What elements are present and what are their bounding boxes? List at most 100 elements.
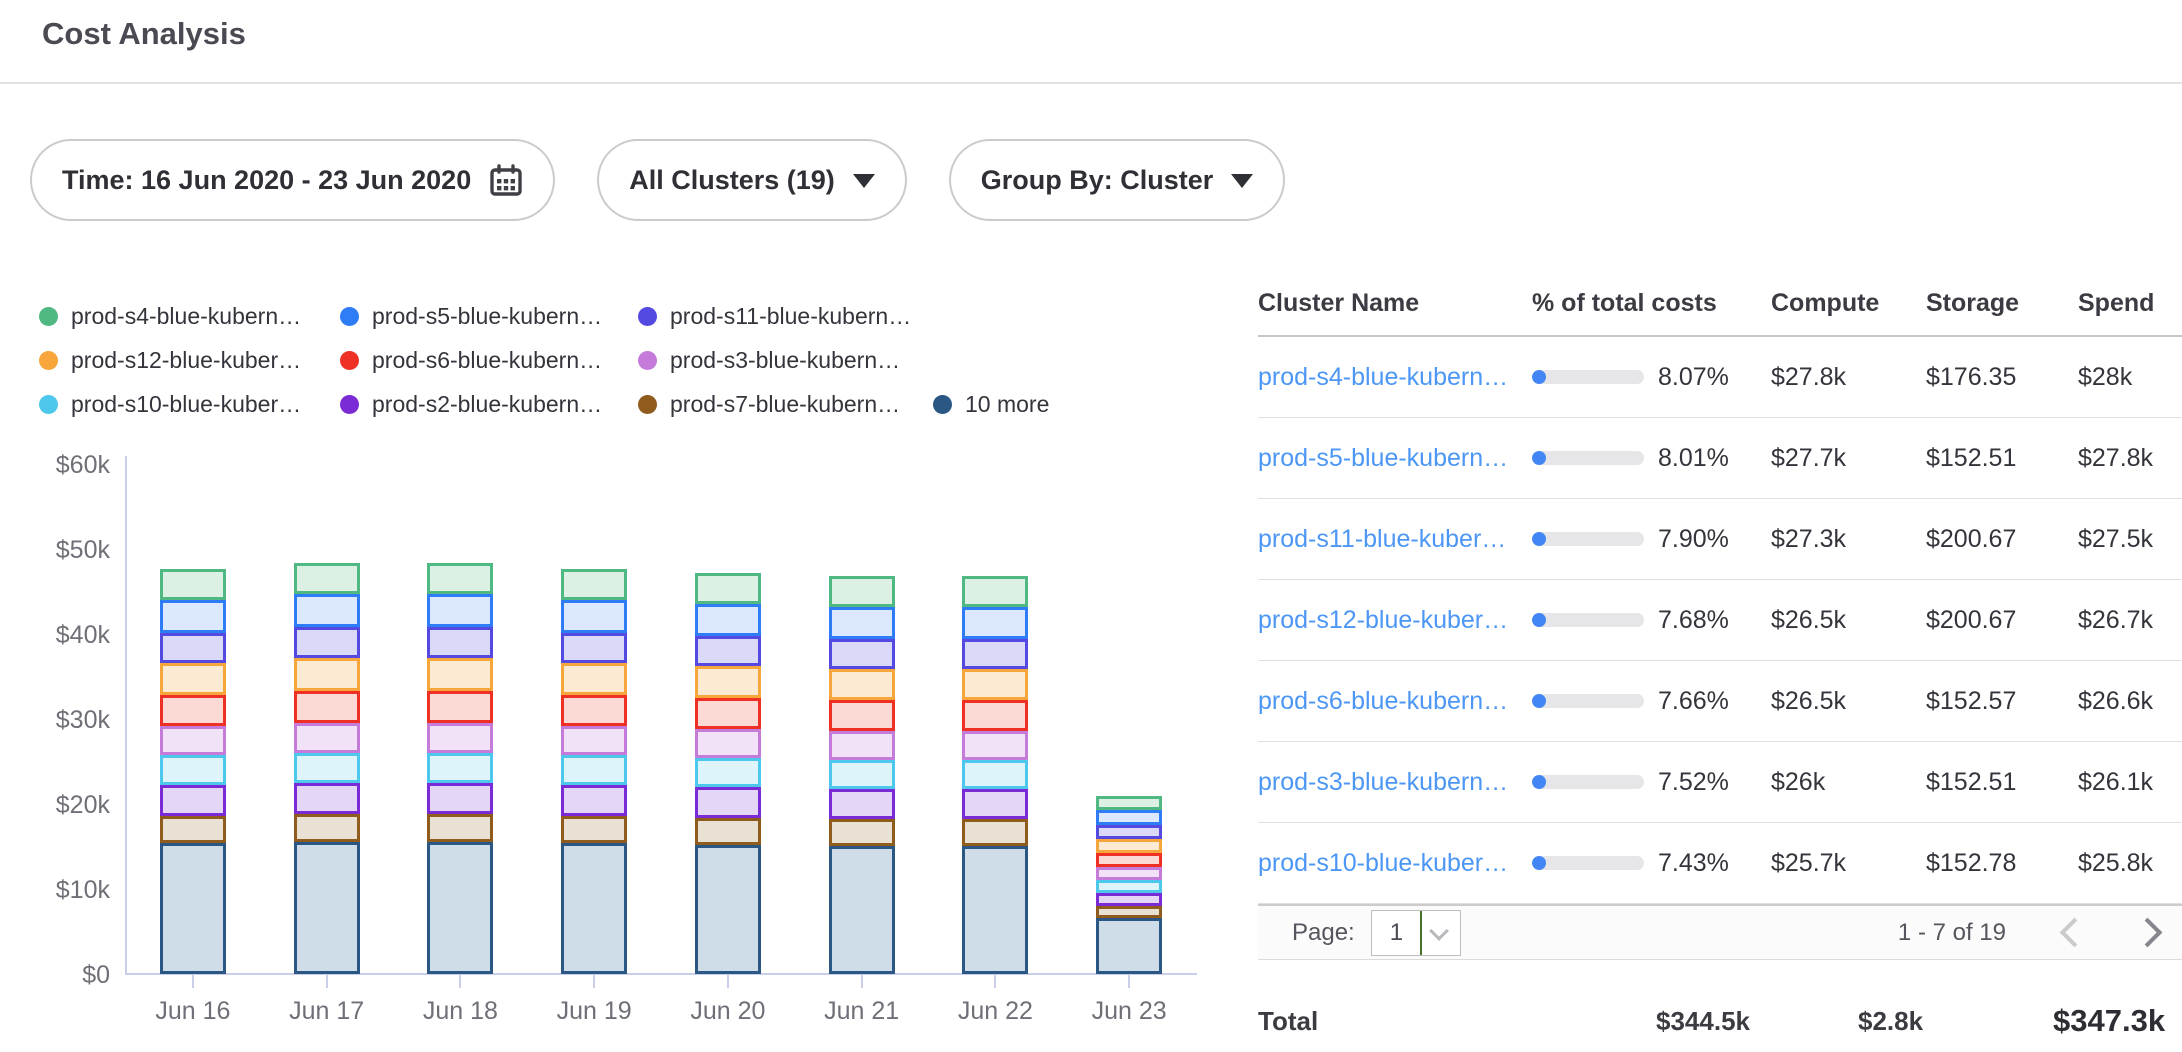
cluster-link[interactable]: prod-s10-blue-kuber…	[1258, 849, 1532, 878]
bar-segment-prod-s5-blue-kubern[interactable]	[695, 604, 761, 636]
bar-segment-prod-s4-blue-kubern[interactable]	[829, 576, 895, 607]
bar-segment-10-more[interactable]	[829, 846, 895, 974]
bar-segment-prod-s5-blue-kubern[interactable]	[1096, 810, 1162, 825]
bar-segment-prod-s6-blue-kubern[interactable]	[561, 695, 627, 726]
bar-segment-prod-s10-blue-kuber[interactable]	[561, 755, 627, 785]
bar-segment-prod-s12-blue-kuber[interactable]	[962, 669, 1028, 700]
bar-segment-prod-s3-blue-kubern[interactable]	[160, 726, 226, 755]
bar-segment-prod-s5-blue-kubern[interactable]	[427, 594, 493, 627]
clusters-filter[interactable]: All Clusters (19)	[597, 139, 907, 221]
bar-segment-prod-s12-blue-kuber[interactable]	[160, 663, 226, 695]
cluster-link[interactable]: prod-s12-blue-kuber…	[1258, 606, 1532, 635]
bar-segment-prod-s2-blue-kubern[interactable]	[294, 783, 360, 814]
bar-segment-prod-s7-blue-kubern[interactable]	[160, 816, 226, 843]
bar-segment-prod-s6-blue-kubern[interactable]	[427, 691, 493, 723]
bar-segment-prod-s12-blue-kuber[interactable]	[561, 663, 627, 695]
bar-segment-prod-s11-blue-kubern[interactable]	[160, 633, 226, 663]
bar-segment-prod-s3-blue-kubern[interactable]	[695, 729, 761, 758]
bar-segment-prod-s5-blue-kubern[interactable]	[962, 607, 1028, 639]
bar-segment-prod-s6-blue-kubern[interactable]	[160, 695, 226, 726]
bar-segment-10-more[interactable]	[294, 842, 360, 974]
legend-item-prod-s11-blue-kubern[interactable]: prod-s11-blue-kubern…	[638, 303, 933, 330]
cluster-link[interactable]: prod-s3-blue-kubern…	[1258, 768, 1532, 797]
legend-item-prod-s10-blue-kuber[interactable]: prod-s10-blue-kuber…	[39, 391, 340, 418]
bar-segment-prod-s3-blue-kubern[interactable]	[294, 723, 360, 753]
bar-segment-prod-s3-blue-kubern[interactable]	[1096, 867, 1162, 880]
bar-segment-prod-s12-blue-kuber[interactable]	[1096, 839, 1162, 853]
bar-segment-prod-s2-blue-kubern[interactable]	[962, 789, 1028, 819]
bar-segment-prod-s6-blue-kubern[interactable]	[294, 691, 360, 723]
bar-segment-prod-s4-blue-kubern[interactable]	[160, 569, 226, 600]
legend-item-prod-s3-blue-kubern[interactable]: prod-s3-blue-kubern…	[638, 347, 933, 374]
bar-segment-prod-s5-blue-kubern[interactable]	[829, 607, 895, 639]
cluster-link[interactable]: prod-s5-blue-kubern…	[1258, 444, 1532, 473]
bar-segment-10-more[interactable]	[561, 843, 627, 974]
bar-segment-prod-s11-blue-kubern[interactable]	[829, 639, 895, 669]
bar-segment-prod-s6-blue-kubern[interactable]	[1096, 853, 1162, 867]
bar-segment-prod-s4-blue-kubern[interactable]	[294, 563, 360, 594]
bar-segment-prod-s11-blue-kubern[interactable]	[1096, 825, 1162, 839]
group-by-filter[interactable]: Group By: Cluster	[949, 139, 1286, 221]
legend-item-10-more[interactable]: 10 more	[933, 391, 1209, 418]
bar-segment-10-more[interactable]	[1096, 918, 1162, 974]
bar-segment-prod-s6-blue-kubern[interactable]	[695, 698, 761, 729]
legend-item-prod-s2-blue-kubern[interactable]: prod-s2-blue-kubern…	[340, 391, 638, 418]
bar-segment-prod-s11-blue-kubern[interactable]	[962, 639, 1028, 669]
bar-segment-prod-s12-blue-kuber[interactable]	[829, 669, 895, 700]
bar-segment-prod-s6-blue-kubern[interactable]	[962, 700, 1028, 731]
bar-segment-prod-s7-blue-kubern[interactable]	[1096, 906, 1162, 918]
bar-segment-prod-s4-blue-kubern[interactable]	[695, 573, 761, 604]
bar-segment-prod-s5-blue-kubern[interactable]	[160, 600, 226, 633]
cluster-link[interactable]: prod-s11-blue-kuber…	[1258, 525, 1532, 554]
bar-segment-prod-s11-blue-kubern[interactable]	[695, 636, 761, 666]
legend-item-prod-s12-blue-kuber[interactable]: prod-s12-blue-kuber…	[39, 347, 340, 374]
bar-segment-prod-s10-blue-kuber[interactable]	[160, 755, 226, 785]
page-select[interactable]: 1	[1371, 910, 1461, 956]
bar-segment-prod-s2-blue-kubern[interactable]	[695, 787, 761, 818]
bar-segment-prod-s12-blue-kuber[interactable]	[695, 666, 761, 698]
legend-item-prod-s4-blue-kubern[interactable]: prod-s4-blue-kubern…	[39, 303, 340, 330]
bar-segment-prod-s5-blue-kubern[interactable]	[294, 594, 360, 627]
bar-segment-prod-s12-blue-kuber[interactable]	[427, 658, 493, 691]
bar-segment-prod-s2-blue-kubern[interactable]	[561, 785, 627, 816]
bar-segment-prod-s7-blue-kubern[interactable]	[294, 814, 360, 842]
next-page-button[interactable]	[2133, 918, 2163, 948]
bar-segment-prod-s7-blue-kubern[interactable]	[962, 819, 1028, 846]
bar-segment-prod-s6-blue-kubern[interactable]	[829, 700, 895, 731]
time-range-filter[interactable]: Time: 16 Jun 2020 - 23 Jun 2020	[30, 139, 555, 221]
bar-segment-prod-s4-blue-kubern[interactable]	[561, 569, 627, 600]
bar-segment-prod-s11-blue-kubern[interactable]	[561, 633, 627, 663]
bar-segment-prod-s2-blue-kubern[interactable]	[829, 789, 895, 819]
bar-segment-10-more[interactable]	[962, 846, 1028, 974]
bar-segment-prod-s3-blue-kubern[interactable]	[427, 723, 493, 753]
bar-segment-prod-s3-blue-kubern[interactable]	[561, 726, 627, 755]
bar-segment-prod-s10-blue-kuber[interactable]	[695, 758, 761, 787]
prev-page-button[interactable]	[2060, 918, 2090, 948]
bar-segment-prod-s10-blue-kuber[interactable]	[427, 753, 493, 783]
bar-segment-prod-s11-blue-kubern[interactable]	[294, 627, 360, 658]
bar-segment-prod-s7-blue-kubern[interactable]	[427, 814, 493, 842]
bar-segment-prod-s3-blue-kubern[interactable]	[962, 731, 1028, 760]
bar-segment-prod-s10-blue-kuber[interactable]	[294, 753, 360, 783]
cluster-link[interactable]: prod-s6-blue-kubern…	[1258, 687, 1532, 716]
legend-item-prod-s7-blue-kubern[interactable]: prod-s7-blue-kubern…	[638, 391, 933, 418]
bar-segment-prod-s10-blue-kuber[interactable]	[962, 760, 1028, 789]
bar-segment-prod-s7-blue-kubern[interactable]	[829, 819, 895, 846]
legend-item-prod-s5-blue-kubern[interactable]: prod-s5-blue-kubern…	[340, 303, 638, 330]
bar-segment-prod-s2-blue-kubern[interactable]	[427, 783, 493, 814]
bar-segment-prod-s12-blue-kuber[interactable]	[294, 658, 360, 691]
bar-segment-prod-s3-blue-kubern[interactable]	[829, 731, 895, 760]
legend-item-prod-s6-blue-kubern[interactable]: prod-s6-blue-kubern…	[340, 347, 638, 374]
bar-segment-prod-s4-blue-kubern[interactable]	[962, 576, 1028, 607]
bar-segment-10-more[interactable]	[160, 843, 226, 974]
bar-segment-prod-s2-blue-kubern[interactable]	[1096, 893, 1162, 906]
bar-segment-prod-s5-blue-kubern[interactable]	[561, 600, 627, 633]
cluster-link[interactable]: prod-s4-blue-kubern…	[1258, 363, 1532, 392]
bar-segment-prod-s4-blue-kubern[interactable]	[427, 563, 493, 594]
bar-segment-prod-s2-blue-kubern[interactable]	[160, 785, 226, 816]
bar-segment-prod-s11-blue-kubern[interactable]	[427, 627, 493, 658]
bar-segment-prod-s7-blue-kubern[interactable]	[561, 816, 627, 843]
bar-segment-prod-s10-blue-kuber[interactable]	[1096, 880, 1162, 893]
bar-segment-prod-s4-blue-kubern[interactable]	[1096, 796, 1162, 810]
bar-segment-10-more[interactable]	[427, 842, 493, 974]
